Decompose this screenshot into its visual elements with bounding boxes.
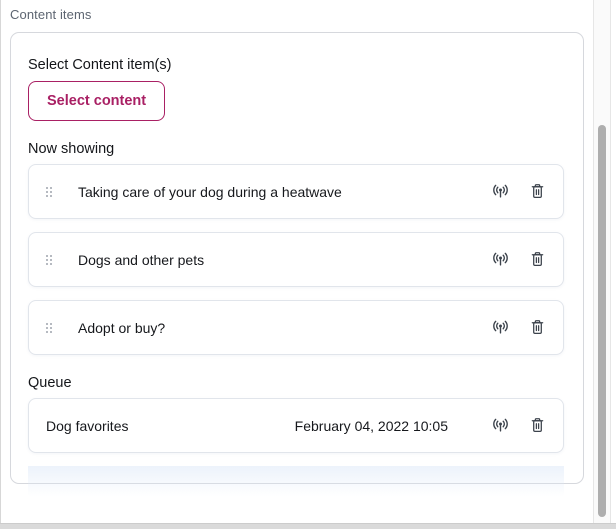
select-content-button[interactable]: Select content [28,81,165,121]
now-showing-row: Dogs and other pets [28,232,564,287]
content-items-label: Content items [10,7,92,22]
drag-handle-icon[interactable] [46,187,52,197]
broadcast-icon[interactable] [490,181,511,202]
drag-handle-icon[interactable] [46,255,52,265]
now-showing-row: Taking care of your dog during a heatwav… [28,164,564,219]
broadcast-icon[interactable] [490,249,511,270]
content-item-title: Taking care of your dog during a heatwav… [78,184,490,200]
broadcast-icon[interactable] [490,415,511,436]
queue-item-title: Dog favorites [46,418,295,434]
vertical-scrollbar-track[interactable] [593,0,611,523]
trash-icon[interactable] [528,250,547,270]
trash-icon[interactable] [528,182,547,202]
trash-icon[interactable] [528,416,547,436]
vertical-scrollbar-thumb[interactable] [598,125,606,517]
window-bottom-edge [0,523,616,529]
queue-item-schedule: February 04, 2022 10:05 [295,418,448,434]
queue-label: Queue [28,375,564,391]
drag-handle-icon[interactable] [46,323,52,333]
window-left-edge [0,0,1,523]
queue-row: Dog favorites February 04, 2022 10:05 [28,398,564,453]
trash-icon[interactable] [528,318,547,338]
now-showing-label: Now showing [28,141,564,157]
content-items-panel: Select Content item(s) Select content No… [10,32,584,484]
content-item-title: Dogs and other pets [78,252,490,268]
now-showing-row: Adopt or buy? [28,300,564,355]
drop-zone-glow [28,466,564,500]
content-item-title: Adopt or buy? [78,320,490,336]
broadcast-icon[interactable] [490,317,511,338]
select-content-label: Select Content item(s) [28,57,564,73]
